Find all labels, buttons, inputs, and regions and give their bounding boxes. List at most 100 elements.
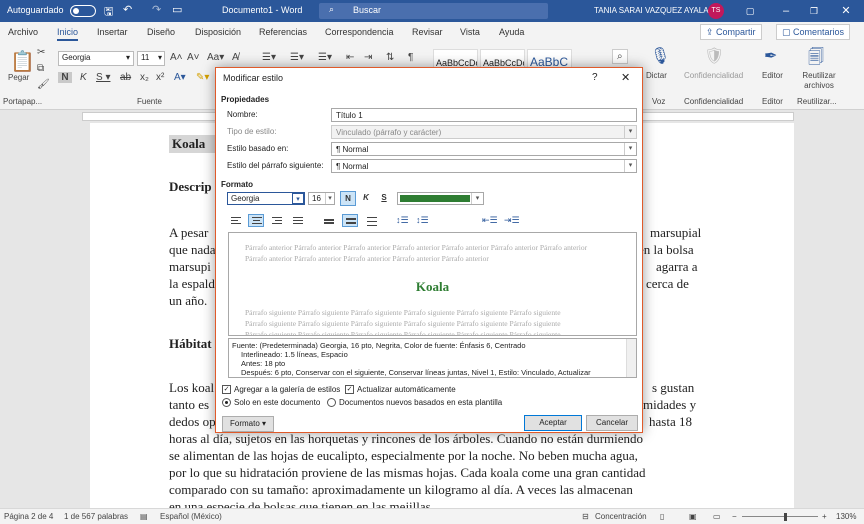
- save-icon[interactable]: 🖫: [104, 3, 113, 22]
- change-case-icon[interactable]: Aa▾: [207, 52, 224, 63]
- copy-icon[interactable]: ⧉: [37, 63, 44, 74]
- avatar[interactable]: TS: [708, 3, 724, 19]
- minimize-icon[interactable]: –: [772, 2, 800, 20]
- tab-revisar[interactable]: Revisar: [412, 27, 443, 37]
- italic-icon[interactable]: K: [80, 72, 87, 83]
- reuse-files-icon[interactable]: 🗐: [808, 46, 824, 73]
- subscript-icon[interactable]: x₂: [140, 72, 149, 83]
- sort-icon[interactable]: ⇅: [386, 52, 394, 63]
- redo-icon[interactable]: ↷: [152, 3, 161, 16]
- zoom-slider[interactable]: [742, 516, 818, 517]
- decrease-indent-icon[interactable]: ⇤☰: [482, 215, 498, 228]
- text-effects-icon[interactable]: A▾: [174, 72, 186, 83]
- italic-button[interactable]: K: [358, 191, 374, 206]
- bold-button[interactable]: N: [340, 191, 356, 206]
- editor-label: Editor: [762, 71, 783, 80]
- tab-referencias[interactable]: Referencias: [259, 27, 307, 37]
- format-painter-icon[interactable]: 🖌: [37, 79, 50, 90]
- print-layout-icon[interactable]: ▣: [689, 512, 697, 521]
- zoom-out-icon[interactable]: −: [732, 512, 737, 521]
- dialog-size-select[interactable]: 16 ▾: [308, 192, 335, 205]
- new-documents-radio[interactable]: [327, 398, 336, 407]
- tab-ayuda[interactable]: Ayuda: [499, 27, 524, 37]
- double-spacing-icon[interactable]: [364, 215, 380, 228]
- editor-icon[interactable]: ✒: [764, 46, 777, 66]
- description-scrollbar[interactable]: [626, 339, 636, 377]
- cancel-button[interactable]: Cancelar: [586, 415, 638, 431]
- confidentiality-icon[interactable]: 🛡: [704, 46, 724, 66]
- align-left-icon[interactable]: [228, 215, 244, 228]
- microphone-icon[interactable]: 🎙: [650, 46, 670, 66]
- tab-archivo[interactable]: Archivo: [8, 27, 38, 37]
- pilcrow-icon[interactable]: ¶: [408, 52, 413, 63]
- web-layout-icon[interactable]: ▭: [713, 512, 721, 521]
- restore-icon[interactable]: ❐: [800, 2, 828, 20]
- one-half-spacing-icon[interactable]: [342, 214, 358, 227]
- focus-mode[interactable]: Concentración: [595, 512, 647, 521]
- font-size-select[interactable]: 11 ▾: [137, 51, 165, 66]
- superscript-icon[interactable]: x²: [156, 72, 164, 83]
- ok-button[interactable]: Aceptar: [524, 415, 582, 431]
- bullets-icon[interactable]: ☰▾: [262, 52, 276, 63]
- close-icon[interactable]: ✕: [832, 2, 860, 20]
- shrink-font-icon[interactable]: A˅: [187, 52, 200, 63]
- font-name-select[interactable]: Georgia ▾: [58, 51, 134, 66]
- help-button[interactable]: ?: [592, 72, 598, 83]
- align-right-icon[interactable]: [269, 215, 285, 228]
- underline-icon[interactable]: S ▾: [96, 72, 110, 83]
- word-count[interactable]: 1 de 567 palabras: [64, 512, 128, 521]
- tab-insertar[interactable]: Insertar: [97, 27, 128, 37]
- next-style-select[interactable]: ¶ Normal ▾: [331, 159, 637, 173]
- decrease-paragraph-spacing-icon[interactable]: ↕☰: [416, 215, 432, 228]
- zoom-in-icon[interactable]: +: [822, 512, 827, 521]
- underline-button[interactable]: S: [376, 191, 392, 206]
- based-on-select[interactable]: ¶ Normal ▾: [331, 142, 637, 156]
- tab-vista[interactable]: Vista: [460, 27, 480, 37]
- search-box[interactable]: ⌕ Buscar: [319, 3, 548, 19]
- align-center-icon[interactable]: [248, 214, 264, 227]
- format-section: Formato: [221, 180, 253, 189]
- cut-icon[interactable]: ✂: [37, 47, 45, 58]
- font-color-select[interactable]: ▾: [397, 192, 484, 205]
- autosave-toggle[interactable]: [70, 5, 96, 17]
- single-spacing-icon[interactable]: [321, 215, 337, 228]
- auto-update-checkbox[interactable]: ✓: [345, 385, 354, 394]
- format-button[interactable]: Formato ▾: [222, 416, 274, 432]
- zoom-thumb[interactable]: [784, 513, 787, 521]
- undo-icon[interactable]: ↶: [123, 3, 132, 16]
- close-icon[interactable]: ✕: [621, 71, 630, 84]
- add-gallery-checkbox[interactable]: ✓: [222, 385, 231, 394]
- ribbon-options-icon[interactable]: ▢: [736, 2, 764, 20]
- proofing-icon[interactable]: ▤: [140, 512, 148, 521]
- paste-icon[interactable]: 📋: [10, 49, 35, 74]
- grow-font-icon[interactable]: A˄: [170, 52, 183, 63]
- increase-indent-icon[interactable]: ⇥☰: [504, 215, 520, 228]
- tab-correspondencia[interactable]: Correspondencia: [325, 27, 394, 37]
- multilevel-list-icon[interactable]: ☰▾: [318, 52, 332, 63]
- zoom-level[interactable]: 130%: [836, 512, 856, 521]
- language[interactable]: Español (México): [160, 512, 222, 521]
- share-button[interactable]: ⇪ Compartir: [700, 24, 762, 40]
- read-mode-icon[interactable]: ▯: [660, 512, 664, 521]
- highlight-icon[interactable]: ✎▾: [196, 72, 209, 83]
- page-count[interactable]: Página 2 de 4: [4, 512, 53, 521]
- preview-next-paragraph: Párrafo siguiente Párrafo siguiente Párr…: [245, 330, 561, 336]
- clear-format-icon[interactable]: A̸: [232, 52, 239, 63]
- tab-disposicion[interactable]: Disposición: [195, 27, 241, 37]
- tab-diseno[interactable]: Diseño: [147, 27, 175, 37]
- tab-inicio[interactable]: Inicio: [57, 27, 79, 41]
- increase-paragraph-spacing-icon[interactable]: ↕☰: [396, 215, 412, 228]
- decrease-indent-icon[interactable]: ⇤: [346, 52, 354, 63]
- comments-button[interactable]: ▢ Comentarios: [776, 24, 851, 40]
- strikethrough-icon[interactable]: ab: [120, 72, 131, 83]
- find-icon[interactable]: ⌕: [612, 49, 628, 64]
- only-this-document-radio[interactable]: [222, 398, 231, 407]
- dialog-font-select[interactable]: Georgia ▾: [227, 192, 305, 205]
- bold-icon[interactable]: N: [58, 72, 72, 83]
- name-field[interactable]: Título 1: [331, 108, 637, 122]
- numbering-icon[interactable]: ☰▾: [290, 52, 304, 63]
- touch-mode-icon[interactable]: ▭: [172, 3, 182, 16]
- increase-indent-icon[interactable]: ⇥: [364, 52, 372, 63]
- focus-icon[interactable]: ⊟: [582, 512, 589, 521]
- align-justify-icon[interactable]: [290, 215, 306, 228]
